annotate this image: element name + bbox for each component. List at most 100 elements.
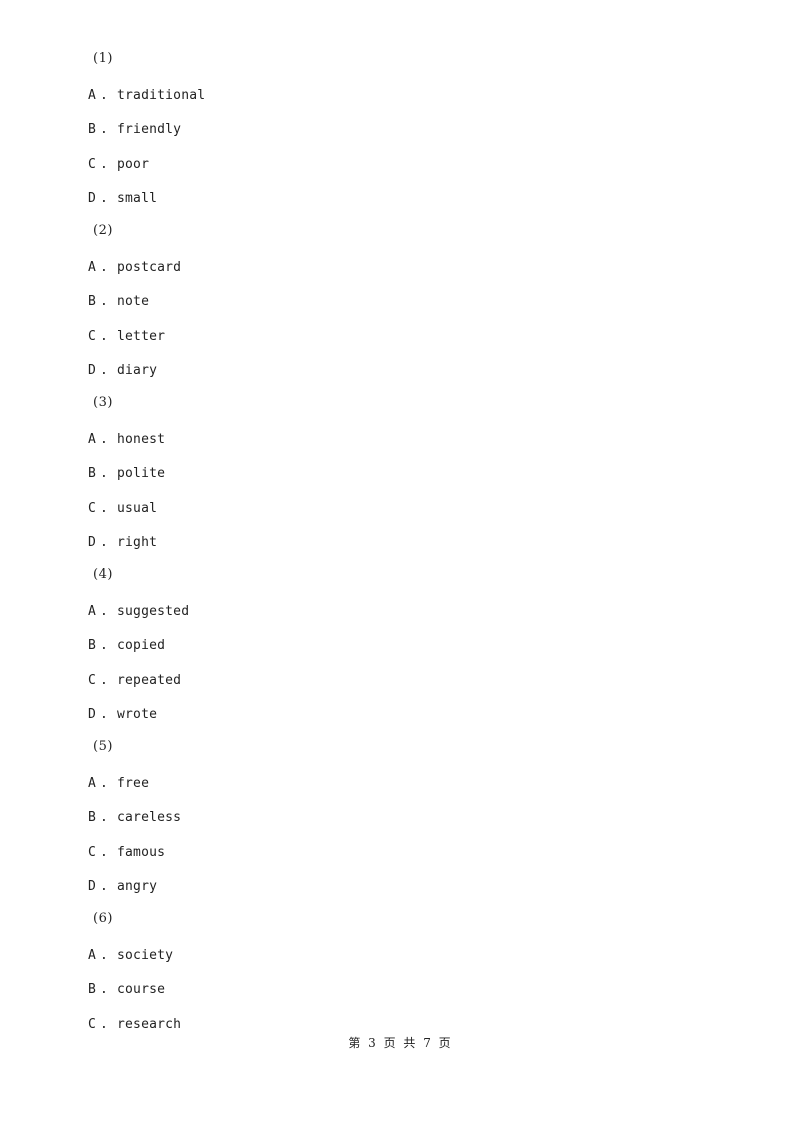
option-letter: A [88,776,97,791]
option-d[interactable]: D. angry [88,879,157,895]
option-separator: . [100,432,109,447]
option-letter: C [88,157,97,172]
option-separator: . [100,810,109,825]
option-letter: A [88,604,97,619]
option-b[interactable]: B. copied [88,638,165,654]
option-separator: . [100,982,109,997]
option-separator: . [100,157,109,172]
option-letter: B [88,294,97,309]
option-text: right [117,535,158,550]
page-footer: 第 3 页 共 7 页 [348,1036,452,1050]
option-d[interactable]: D. small [88,191,157,207]
option-c[interactable]: C. famous [88,845,165,861]
option-text: course [117,982,166,997]
option-c[interactable]: C. repeated [88,673,181,689]
option-text: polite [117,466,166,481]
option-c[interactable]: C. poor [88,157,149,173]
option-text: society [117,948,174,963]
option-text: careless [117,810,182,825]
option-b[interactable]: B. careless [88,810,181,826]
option-text: usual [117,501,158,516]
option-separator: . [100,294,109,309]
question-number: (3) [93,395,113,410]
option-a[interactable]: A. postcard [88,260,181,276]
option-separator: . [100,1017,109,1032]
option-letter: A [88,88,97,103]
option-text: small [117,191,158,206]
option-letter: C [88,501,97,516]
option-separator: . [100,329,109,344]
question-number: (5) [93,739,113,754]
option-separator: . [100,501,109,516]
option-separator: . [100,535,109,550]
option-letter: D [88,535,97,550]
option-d[interactable]: D. wrote [88,707,157,723]
option-separator: . [100,879,109,894]
option-text: free [117,776,150,791]
option-letter: B [88,466,97,481]
option-separator: . [100,638,109,653]
option-text: note [117,294,150,309]
option-letter: D [88,363,97,378]
option-separator: . [100,604,109,619]
option-separator: . [100,260,109,275]
question-number: (4) [93,567,113,582]
option-text: letter [117,329,166,344]
option-letter: C [88,845,97,860]
option-text: research [117,1017,182,1032]
option-c[interactable]: C. usual [88,501,157,517]
option-letter: A [88,432,97,447]
option-letter: B [88,982,97,997]
option-text: friendly [117,122,182,137]
option-text: copied [117,638,166,653]
option-separator: . [100,948,109,963]
option-separator: . [100,466,109,481]
option-separator: . [100,845,109,860]
option-letter: A [88,260,97,275]
option-letter: C [88,329,97,344]
option-b[interactable]: B. friendly [88,122,181,138]
option-letter: C [88,1017,97,1032]
option-separator: . [100,707,109,722]
option-d[interactable]: D. diary [88,363,157,379]
option-a[interactable]: A. honest [88,432,165,448]
option-letter: B [88,638,97,653]
option-letter: B [88,122,97,137]
option-b[interactable]: B. course [88,982,165,998]
option-separator: . [100,776,109,791]
option-text: repeated [117,673,182,688]
option-letter: D [88,707,97,722]
option-a[interactable]: A. free [88,776,149,792]
option-separator: . [100,363,109,378]
question-number: (6) [93,911,113,926]
option-text: suggested [117,604,190,619]
option-b[interactable]: B. polite [88,466,165,482]
option-a[interactable]: A. society [88,948,173,964]
option-separator: . [100,122,109,137]
option-a[interactable]: A. traditional [88,88,205,104]
option-letter: D [88,879,97,894]
option-b[interactable]: B. note [88,294,149,310]
document-page: (1) A. traditional B. friendly C. poor D. sm… [0,0,800,1132]
option-letter: A [88,948,97,963]
option-letter: B [88,810,97,825]
option-d[interactable]: D. right [88,535,157,551]
option-separator: . [100,88,109,103]
option-separator: . [100,191,109,206]
question-number: (2) [93,223,113,238]
option-text: honest [117,432,166,447]
option-text: traditional [117,88,206,103]
option-text: famous [117,845,166,860]
option-a[interactable]: A. suggested [88,604,189,620]
option-text: poor [117,157,150,172]
option-text: angry [117,879,158,894]
option-c[interactable]: C. research [88,1017,181,1033]
question-number: (1) [93,51,113,66]
option-text: postcard [117,260,182,275]
option-text: wrote [117,707,158,722]
option-text: diary [117,363,158,378]
option-c[interactable]: C. letter [88,329,165,345]
option-separator: . [100,673,109,688]
option-letter: D [88,191,97,206]
option-letter: C [88,673,97,688]
